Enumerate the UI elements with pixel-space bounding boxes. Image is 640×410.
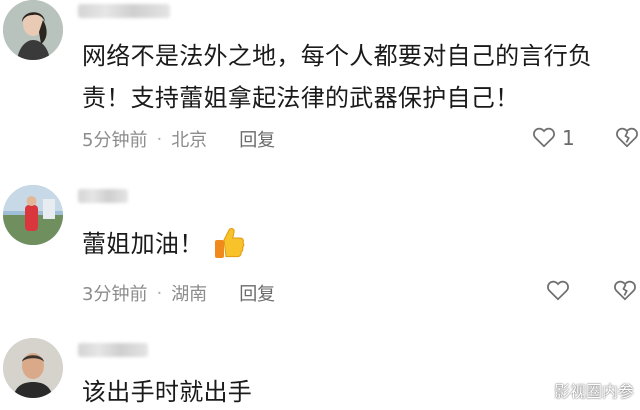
watermark: 影视圈内参 <box>529 378 634 402</box>
comment-text-line: 责！支持蕾姐拿起法律的武器保护自己！ <box>82 84 520 112</box>
reply-button[interactable]: 回复 <box>239 280 275 306</box>
comment-location: 北京 <box>171 130 208 151</box>
comment-text: 网络不是法外之地，每个人都要对自己的言行负 责！支持蕾姐拿起法律的武器保护自己！ <box>82 35 592 119</box>
comment-text-line: 网络不是法外之地，每个人都要对自己的言行负 <box>82 42 593 70</box>
comment-meta: 3分钟前 · 湖南 回复 <box>82 280 275 306</box>
watermark-text: 影视圈内参 <box>553 382 634 401</box>
username[interactable] <box>78 4 170 18</box>
comment-time: 3分钟前 <box>82 284 148 305</box>
comment-time: 5分钟前 <box>82 130 148 151</box>
comment-item: 蕾姐加油！ 3分钟前 · 湖南 回复 <box>0 183 640 313</box>
weibo-icon <box>529 381 551 399</box>
username[interactable] <box>78 189 128 203</box>
thumbs-up-emoji-icon <box>212 226 246 262</box>
comment-meta: 5分钟前 · 北京 回复 <box>82 126 275 152</box>
dislike-icon[interactable] <box>612 277 638 307</box>
dislike-icon[interactable] <box>614 124 640 154</box>
comment-text-line: 蕾姐加油！ <box>82 230 204 258</box>
like-count: 1 <box>562 126 575 150</box>
like-icon[interactable] <box>531 124 557 154</box>
comment-text: 该出手时就出手 <box>82 371 252 410</box>
comment-text: 蕾姐加油！ <box>82 223 246 265</box>
avatar[interactable] <box>3 338 63 398</box>
comment-list: 网络不是法外之地，每个人都要对自己的言行负 责！支持蕾姐拿起法律的武器保护自己！… <box>0 0 640 410</box>
username[interactable] <box>78 343 148 357</box>
like-icon[interactable] <box>545 277 571 307</box>
meta-separator: · <box>156 282 163 304</box>
comment-location: 湖南 <box>171 284 208 305</box>
comment-text-line: 该出手时就出手 <box>82 378 253 406</box>
meta-separator: · <box>156 128 163 150</box>
reply-button[interactable]: 回复 <box>239 126 275 152</box>
avatar[interactable] <box>3 0 63 60</box>
comment-item: 网络不是法外之地，每个人都要对自己的言行负 责！支持蕾姐拿起法律的武器保护自己！… <box>0 0 640 170</box>
avatar[interactable] <box>3 185 63 245</box>
